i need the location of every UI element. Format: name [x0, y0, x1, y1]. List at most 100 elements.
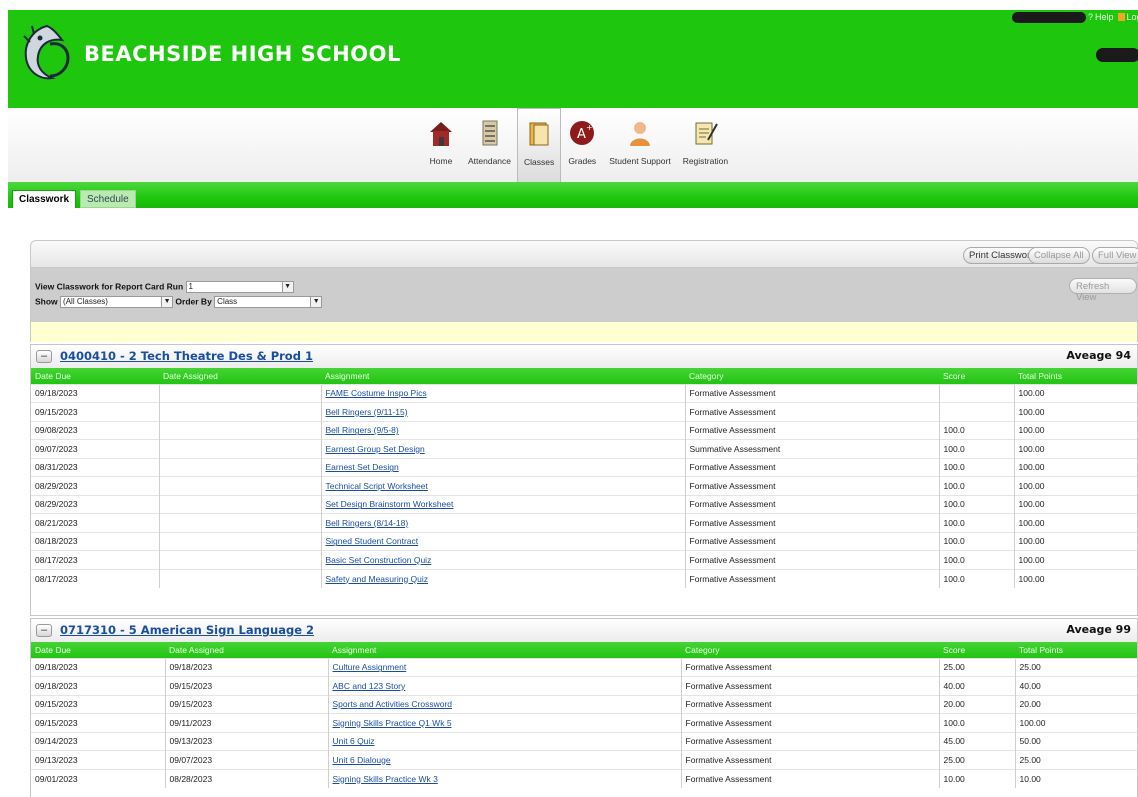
order-by-select[interactable]: Class ▼ — [214, 296, 323, 308]
nav-grades[interactable]: A + Grades — [561, 108, 603, 182]
help-link[interactable]: Help — [1095, 12, 1114, 22]
logout-icon — [1117, 13, 1125, 21]
class-section: – 0400410 - 2 Tech Theatre Des & Prod 1 … — [30, 344, 1138, 616]
cell-date-assigned — [158, 476, 321, 495]
tab-schedule[interactable]: Schedule — [80, 190, 136, 208]
table-row: 09/15/2023 09/15/2023 Sports and Activitie… — [31, 694, 1137, 714]
col-category[interactable]: Category — [681, 642, 939, 658]
col-date-assigned[interactable]: Date Assigned — [159, 368, 321, 384]
col-score[interactable]: Score — [939, 368, 1014, 384]
cell-score: 100.0 — [938, 420, 1014, 440]
report-run-select[interactable]: 1 ▼ — [185, 281, 294, 293]
assignment-link[interactable]: Sports and Activities Crossword — [333, 699, 453, 709]
assignment-link[interactable]: Basic Set Construction Quiz — [326, 555, 432, 565]
col-total-points[interactable]: Total Points — [1015, 642, 1137, 658]
cell-date-due: 08/29/2023 — [31, 476, 159, 495]
report-run-row: View Classwork for Report Card Run 1 ▼ — [35, 281, 294, 293]
cell-date-assigned: 09/11/2023 — [164, 713, 328, 732]
assignment-link[interactable]: Bell Ringers (8/14-18) — [326, 518, 409, 528]
cell-date-due: 09/18/2023 — [31, 383, 159, 403]
cell-score: 100.0 — [938, 439, 1014, 458]
student-support-icon — [629, 122, 650, 146]
cell-date-assigned: 09/15/2023 — [164, 694, 328, 714]
assignment-link[interactable]: Bell Ringers (9/5-8) — [326, 425, 399, 435]
cell-score: 100.0 — [938, 531, 1014, 551]
main-nav: Home Attendance Classes A + Grades Studen… — [8, 108, 1138, 182]
cell-score: 100.0 — [938, 568, 1014, 588]
assignment-link[interactable]: ABC and 123 Story — [333, 681, 406, 691]
assignment-link[interactable]: Unit 6 Dialouge — [333, 755, 391, 765]
cell-date-assigned: 09/18/2023 — [164, 657, 328, 677]
cell-score: 100.0 — [938, 513, 1014, 532]
class-title-link[interactable]: 0717310 - 5 American Sign Language 2 — [60, 623, 314, 637]
class-section-header: – 0717310 - 5 American Sign Language 2 A… — [31, 619, 1137, 642]
report-run-label: View Classwork for Report Card Run — [35, 281, 184, 292]
cell-category: Formative Assessment — [684, 513, 939, 532]
page: BEACHSIDE HIGH SCHOOL ?Help Logo Home Att… — [8, 10, 1138, 797]
nav-student-support[interactable]: Student Support — [603, 108, 676, 182]
col-total-points[interactable]: Total Points — [1014, 368, 1137, 384]
assignment-link[interactable]: Culture Assignment — [333, 662, 407, 672]
nav-home[interactable]: Home — [420, 108, 462, 182]
cell-assignment: Bell Ringers (8/14-18) — [320, 513, 685, 532]
tab-bar: Classwork Schedule — [8, 182, 1138, 208]
table-row: 09/15/2023 09/11/2023 Signing Skills Pract… — [31, 713, 1137, 732]
nav-registration[interactable]: Registration — [677, 108, 734, 182]
full-view-button[interactable]: Full View — [1092, 247, 1138, 264]
assignment-link[interactable]: FAME Costume Inspo Pics — [326, 388, 427, 398]
collapse-section-button[interactable]: – — [36, 350, 52, 363]
assignment-link[interactable]: Unit 6 Quiz — [333, 736, 375, 746]
col-date-due[interactable]: Date Due — [31, 368, 159, 384]
assignment-link[interactable]: Technical Script Worksheet — [326, 481, 428, 491]
cell-date-due: 09/18/2023 — [31, 676, 165, 695]
col-date-due[interactable]: Date Due — [31, 642, 165, 658]
cell-date-due: 08/31/2023 — [31, 457, 159, 477]
assignment-link[interactable]: Bell Ringers (9/11-15) — [326, 407, 408, 417]
col-date-assigned[interactable]: Date Assigned — [165, 642, 328, 658]
cell-date-assigned: 09/07/2023 — [164, 750, 328, 769]
class-title-link[interactable]: 0400410 - 2 Tech Theatre Des & Prod 1 — [60, 349, 313, 363]
col-category[interactable]: Category — [685, 368, 939, 384]
notice-bar — [30, 322, 1138, 342]
table-row: 09/07/2023 Earnest Group Set Design Summat… — [31, 439, 1137, 458]
cell-date-due: 09/15/2023 — [31, 694, 165, 714]
col-score[interactable]: Score — [939, 642, 1015, 658]
collapse-all-button[interactable]: Collapse All — [1028, 247, 1090, 264]
assignment-link[interactable]: Signing Skills Practice Wk 3 — [333, 774, 438, 784]
cell-total-points: 100.00 — [1013, 494, 1137, 514]
cell-date-assigned — [158, 550, 321, 569]
assignment-link[interactable]: Safety and Measuring Quiz — [326, 574, 429, 584]
table-row: 09/18/2023 FAME Costume Inspo Pics Formati… — [31, 383, 1137, 403]
redacted-user-id — [1096, 48, 1138, 62]
cell-date-due: 09/01/2023 — [31, 768, 165, 788]
cell-date-due: 09/07/2023 — [31, 439, 159, 458]
cell-date-due: 09/18/2023 — [31, 657, 165, 677]
nav-attendance[interactable]: Attendance — [462, 108, 517, 182]
nav-classes[interactable]: Classes — [517, 108, 562, 182]
cell-total-points: 20.00 — [1014, 694, 1137, 714]
assignment-link[interactable]: Earnest Group Set Design — [326, 444, 425, 454]
assignment-link[interactable]: Earnest Set Design — [326, 462, 399, 472]
assignment-link[interactable]: Set Design Brainstorm Worksheet — [326, 499, 454, 509]
col-assignment[interactable]: Assignment — [328, 642, 681, 658]
cell-assignment: Basic Set Construction Quiz — [320, 550, 685, 569]
table-row: 08/29/2023 Set Design Brainstorm Workshee… — [31, 494, 1137, 514]
cell-total-points: 100.00 — [1013, 513, 1137, 532]
cell-category: Formative Assessment — [684, 531, 939, 551]
tab-classwork[interactable]: Classwork — [12, 190, 77, 208]
col-assignment[interactable]: Assignment — [321, 368, 685, 384]
cell-total-points: 100.00 — [1013, 439, 1137, 458]
cell-score: 45.00 — [938, 731, 1015, 751]
show-select[interactable]: (All Classes) ▼ — [60, 296, 174, 308]
collapse-section-button[interactable]: – — [36, 624, 52, 637]
refresh-view-button[interactable]: Refresh View — [1069, 278, 1137, 303]
table-row: 09/14/2023 09/13/2023 Unit 6 Quiz Formative… — [31, 731, 1137, 751]
cell-score: 20.00 — [938, 694, 1015, 714]
logout-link[interactable]: Logo — [1127, 12, 1138, 22]
assignment-link[interactable]: Signing Skills Practice Q1 Wk 5 — [333, 718, 452, 728]
cell-category: Formative Assessment — [684, 476, 939, 495]
grades-icon: A + — [570, 121, 595, 145]
cell-category: Formative Assessment — [684, 494, 939, 514]
assignment-link[interactable]: Signed Student Contract — [326, 536, 419, 546]
cell-category: Formative Assessment — [680, 676, 939, 695]
